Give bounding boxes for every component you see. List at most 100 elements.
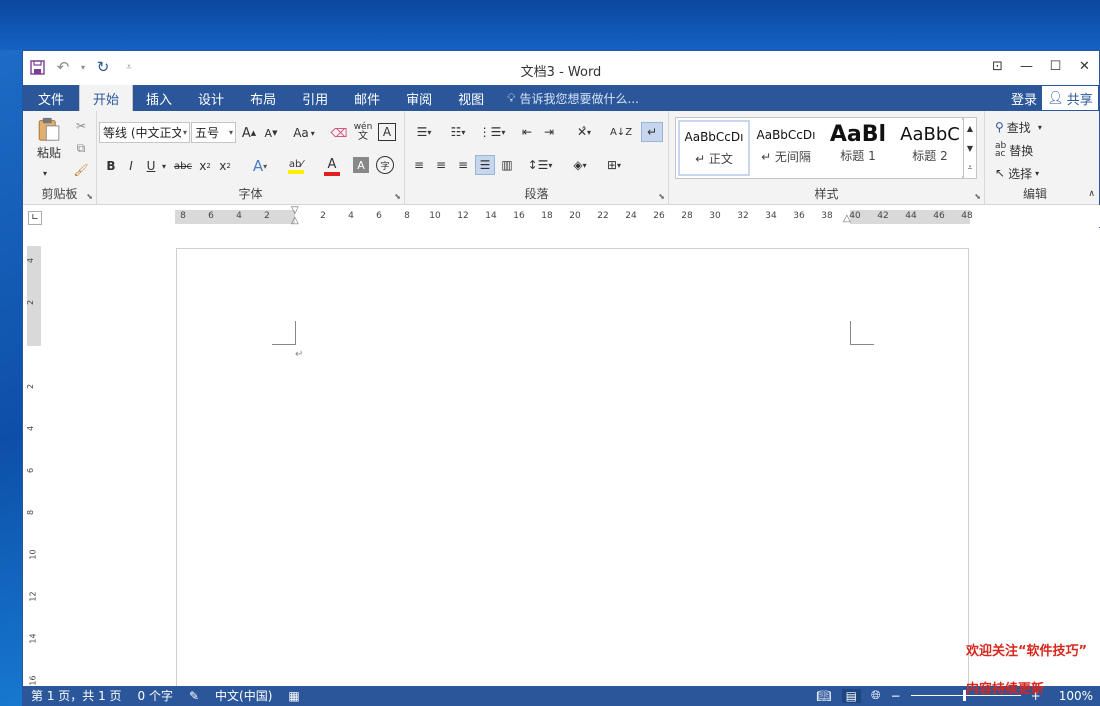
paragraph-mark: ↵ [295, 349, 304, 360]
shrink-font-icon[interactable]: A ▼ [262, 123, 280, 143]
editing-group-label: 编辑 [1022, 187, 1047, 201]
bullets-icon[interactable]: ☰ ▾ [409, 122, 439, 142]
format-painter-icon[interactable]: 🖌︎ [71, 161, 91, 179]
left-indent-marker[interactable]: △ [291, 215, 299, 226]
ruler-tick: 8 [404, 211, 410, 221]
find-button[interactable]: ⚲ 查找 ▾ [995, 117, 1042, 137]
sort-icon[interactable]: A↓Z [610, 122, 632, 142]
text-effects-icon[interactable]: A ▾ [247, 155, 273, 177]
clear-formatting-icon[interactable]: ⌫ [329, 123, 349, 143]
multilevel-list-icon[interactable]: ⋮☰ ▾ [477, 122, 507, 142]
style-no-spacing[interactable]: AaBbCcDı ↵ 无间隔 [750, 120, 822, 176]
justify-icon[interactable]: ☰ [475, 155, 495, 175]
minimize-button[interactable]: — [1012, 51, 1041, 81]
bold-icon[interactable]: B [103, 156, 119, 176]
ruler-tick: 10 [429, 211, 441, 221]
vertical-ruler[interactable]: 4 2 2 4 6 8 10 12 14 16 [26, 246, 41, 688]
tab-mailings[interactable]: 邮件 [341, 85, 393, 111]
chevron-down-icon[interactable]: ▼ [964, 138, 976, 158]
phonetic-guide-icon[interactable]: wén 文 [352, 121, 374, 143]
web-layout-icon[interactable]: 🌐︎ [871, 688, 881, 703]
enclose-characters-icon[interactable]: 字 [376, 156, 394, 174]
distributed-icon[interactable]: ▥ [497, 155, 517, 175]
align-left-icon[interactable]: ≡ [409, 155, 429, 175]
maximize-button[interactable]: ☐ [1041, 51, 1070, 81]
increase-indent-icon[interactable]: ⇥ [539, 122, 559, 142]
paste-button[interactable]: 粘贴 [33, 117, 65, 161]
styles-launcher-icon[interactable]: ⬊ [974, 192, 981, 201]
word-count[interactable]: 0 个字 [130, 687, 181, 704]
tab-view[interactable]: 视图 [445, 85, 497, 111]
tab-layout[interactable]: 布局 [237, 85, 289, 111]
superscript-icon[interactable]: x2 [217, 156, 233, 176]
clipboard-launcher-icon[interactable]: ⬊ [86, 192, 93, 201]
more-styles-icon[interactable]: ⩡ [964, 158, 976, 178]
ruler-tick: 8 [26, 509, 36, 516]
shading-icon[interactable]: ◈ ▾ [565, 155, 595, 175]
style-name: ↵ 正文 [695, 152, 733, 166]
page-count[interactable]: 第 1 页，共 1 页 [23, 687, 130, 704]
tab-file[interactable]: 文件 [23, 85, 80, 111]
print-layout-icon[interactable]: ▤ [841, 688, 861, 703]
font-color-icon[interactable]: A [317, 155, 347, 177]
right-indent-marker[interactable]: △ [843, 213, 851, 224]
tell-me-box[interactable]: 💡︎ 告诉我您想要做什么... [507, 85, 639, 111]
grow-font-icon[interactable]: A ▲ [240, 123, 258, 143]
numbering-icon[interactable]: ☷ ▾ [443, 122, 473, 142]
chinese-layout-icon[interactable]: ✕̂ ▾ [569, 122, 599, 142]
decrease-indent-icon[interactable]: ⇤ [517, 122, 537, 142]
align-center-icon[interactable]: ≡ [431, 155, 451, 175]
underline-icon[interactable]: U [143, 156, 159, 176]
italic-icon[interactable]: I [123, 156, 139, 176]
login-link[interactable]: 登录 [1011, 85, 1037, 111]
line-spacing-icon[interactable]: ↕☰ ▾ [525, 155, 555, 175]
strikethrough-icon[interactable]: abc [173, 156, 193, 176]
language[interactable]: 中文(中国) [207, 687, 280, 704]
paste-dropdown-icon[interactable]: ▾ [43, 169, 47, 178]
font-size-select[interactable]: 五号 ▾ [191, 122, 236, 143]
zoom-level[interactable]: 100% [1059, 689, 1093, 703]
change-case-button[interactable]: Aa ▾ [289, 123, 319, 143]
collapse-ribbon-icon[interactable]: ∧ [1088, 189, 1095, 199]
ruler-tick: 46 [933, 211, 945, 221]
character-shading-icon[interactable]: A [353, 157, 369, 173]
character-border-icon[interactable]: A [378, 123, 396, 141]
tab-home[interactable]: 开始 [79, 85, 134, 111]
style-heading-2[interactable]: AaBbC 标题 2 [894, 120, 966, 176]
style-heading-1[interactable]: AaBl 标题 1 [822, 120, 894, 176]
replace-button[interactable]: ab ac 替换 [995, 140, 1033, 160]
tab-design[interactable]: 设计 [185, 85, 237, 111]
tab-selector-icon[interactable]: ∟ [28, 211, 42, 225]
macro-record-icon[interactable]: ▦ [280, 689, 307, 703]
highlight-color-icon[interactable]: ab⁄ [279, 155, 313, 177]
underline-dropdown-icon[interactable]: ▾ [159, 156, 169, 176]
tab-insert[interactable]: 插入 [133, 85, 185, 111]
subscript-icon[interactable]: x2 [197, 156, 213, 176]
ruler-tick: 42 [877, 211, 889, 221]
share-button[interactable]: 👤︎ 共享 [1041, 85, 1099, 111]
status-right: 📖︎ ▤ 🌐︎ − + 100% [816, 686, 1100, 705]
proofing-icon[interactable]: ✎ [181, 689, 207, 703]
chevron-up-icon[interactable]: ▲ [964, 118, 976, 138]
select-button[interactable]: ↖ 选择 ▾ [995, 163, 1039, 183]
cut-icon[interactable]: ✂ [71, 117, 91, 135]
group-font: 等线 (中文正文) ▾ 五号 ▾ A ▲ A ▼ Aa ▾ ⌫ wén 文 A B I … [97, 111, 405, 205]
tab-references[interactable]: 引用 [289, 85, 341, 111]
zoom-out-icon[interactable]: − [891, 689, 901, 703]
font-name-select[interactable]: 等线 (中文正文) ▾ [99, 122, 190, 143]
read-mode-icon[interactable]: 📖︎ [816, 689, 831, 703]
align-right-icon[interactable]: ≡ [453, 155, 473, 175]
phonetic-guide-bottom: 文 [358, 131, 368, 142]
style-sample: AaBbCcDı [756, 128, 816, 142]
borders-icon[interactable]: ⊞ ▾ [599, 155, 629, 175]
tab-review[interactable]: 审阅 [393, 85, 445, 111]
show-formatting-marks-icon[interactable]: ↵ [641, 122, 663, 142]
ribbon-display-options-icon[interactable]: ⊡ [983, 51, 1012, 81]
copy-icon[interactable]: ⧉ [71, 139, 91, 157]
close-button[interactable]: ✕ [1070, 51, 1099, 81]
vertical-scrollbar[interactable] [1089, 228, 1100, 688]
font-launcher-icon[interactable]: ⬊ [394, 192, 401, 201]
paragraph-launcher-icon[interactable]: ⬊ [658, 192, 665, 201]
document-page[interactable]: ↵ [176, 248, 969, 688]
style-normal[interactable]: AaBbCcDı ↵ 正文 [678, 120, 750, 176]
